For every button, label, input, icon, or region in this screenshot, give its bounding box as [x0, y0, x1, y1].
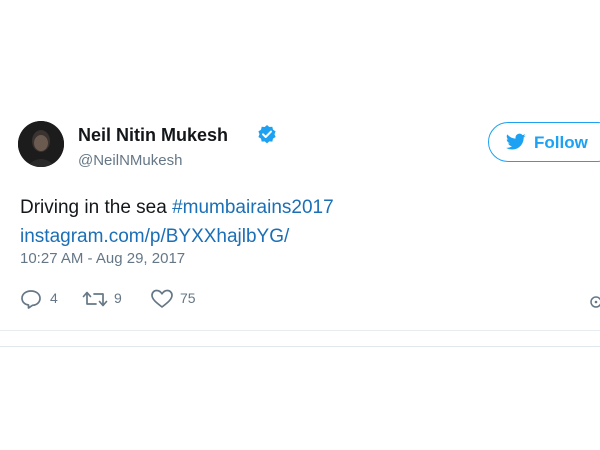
more-icon[interactable] [590, 295, 600, 308]
tweet-timestamp[interactable]: 10:27 AM - Aug 29, 2017 [20, 250, 185, 267]
tweet-text: Driving in the sea #mumbairains2017 inst… [20, 193, 334, 251]
hashtag-link[interactable]: #mumbairains2017 [172, 197, 334, 218]
follow-button[interactable]: Follow [488, 122, 600, 162]
retweet-icon [82, 291, 108, 307]
author-handle[interactable]: @NeilNMukesh [78, 152, 182, 169]
verified-badge-icon [257, 124, 277, 144]
card-divider [0, 330, 600, 331]
tweet-card: Neil Nitin Mukesh @NeilNMukesh Follow Dr… [0, 0, 600, 450]
avatar[interactable] [18, 121, 64, 167]
card-bottom-border [0, 346, 600, 347]
tweet-actions: 4 9 75 [20, 287, 600, 311]
instagram-link[interactable]: instagram.com/p/BYXXhajlbYG/ [20, 222, 334, 251]
heart-icon [151, 289, 173, 308]
like-count: 75 [180, 290, 196, 306]
retweet-count: 9 [114, 290, 122, 306]
tweet-text-body: Driving in the sea [20, 197, 173, 218]
follow-label: Follow [534, 133, 588, 152]
reply-count: 4 [50, 290, 58, 306]
author-name[interactable]: Neil Nitin Mukesh [78, 125, 228, 146]
reply-icon [21, 290, 41, 309]
twitter-bird-icon [506, 133, 526, 151]
